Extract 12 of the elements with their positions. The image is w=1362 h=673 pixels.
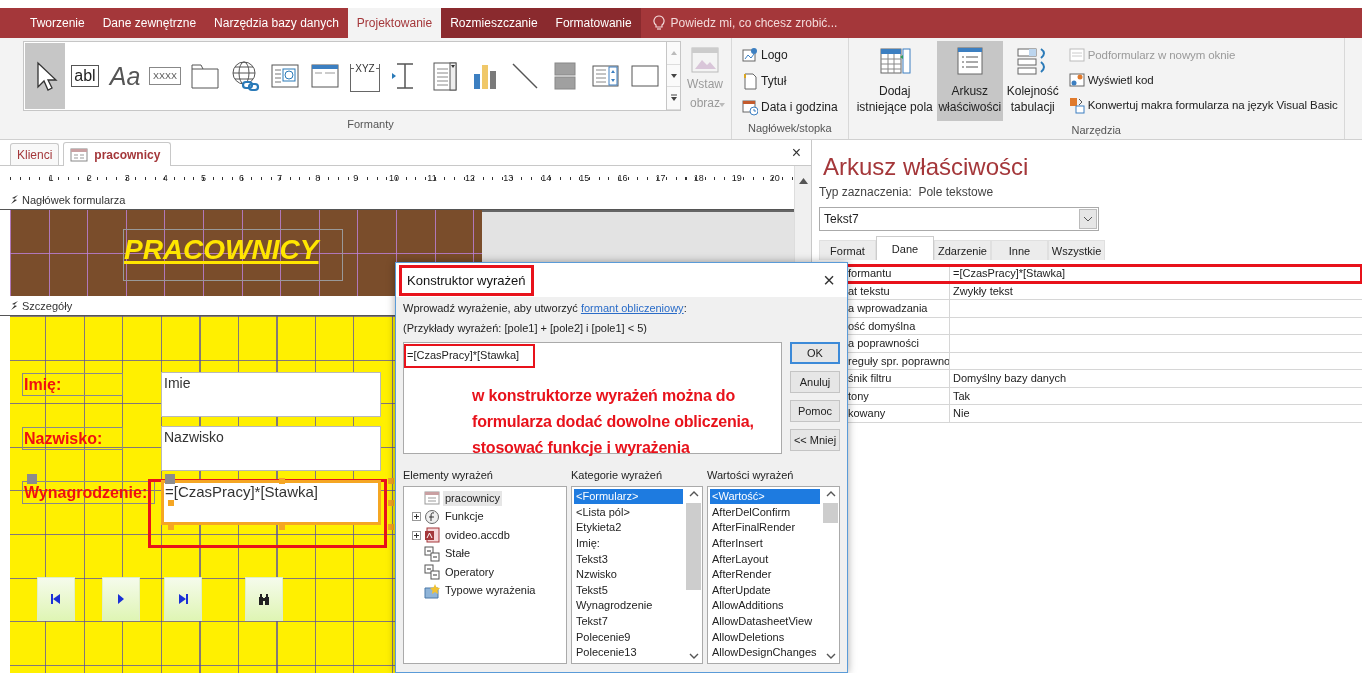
example-text: (Przykłady wyrażeń: [pole1] + [pole2] i [pole1] < 5) [403,321,648,335]
instruction-text: Wprowadź wyrażenie, aby utworzyć formant obliczeniowy: [403,301,688,315]
list-heading: Wartości wyrażeń [707,469,795,483]
expression-text: =[CzasPracy]*[Stawka] [404,344,536,368]
group-label: Nagłówek/stopka [746,121,833,136]
group-label: Narzędzia [1070,123,1122,138]
selection-type-text: Typ zaznaczenia: Pole tekstowe [819,185,995,199]
list-heading: Elementy wyrażeń [403,469,494,483]
panel-title: Arkusz właściwości [823,152,1030,182]
group-label: Formanty [346,117,395,132]
list-heading: Kategorie wyrażeń [571,469,664,483]
dialog-title: Konstruktor wyrażeń [399,264,534,296]
